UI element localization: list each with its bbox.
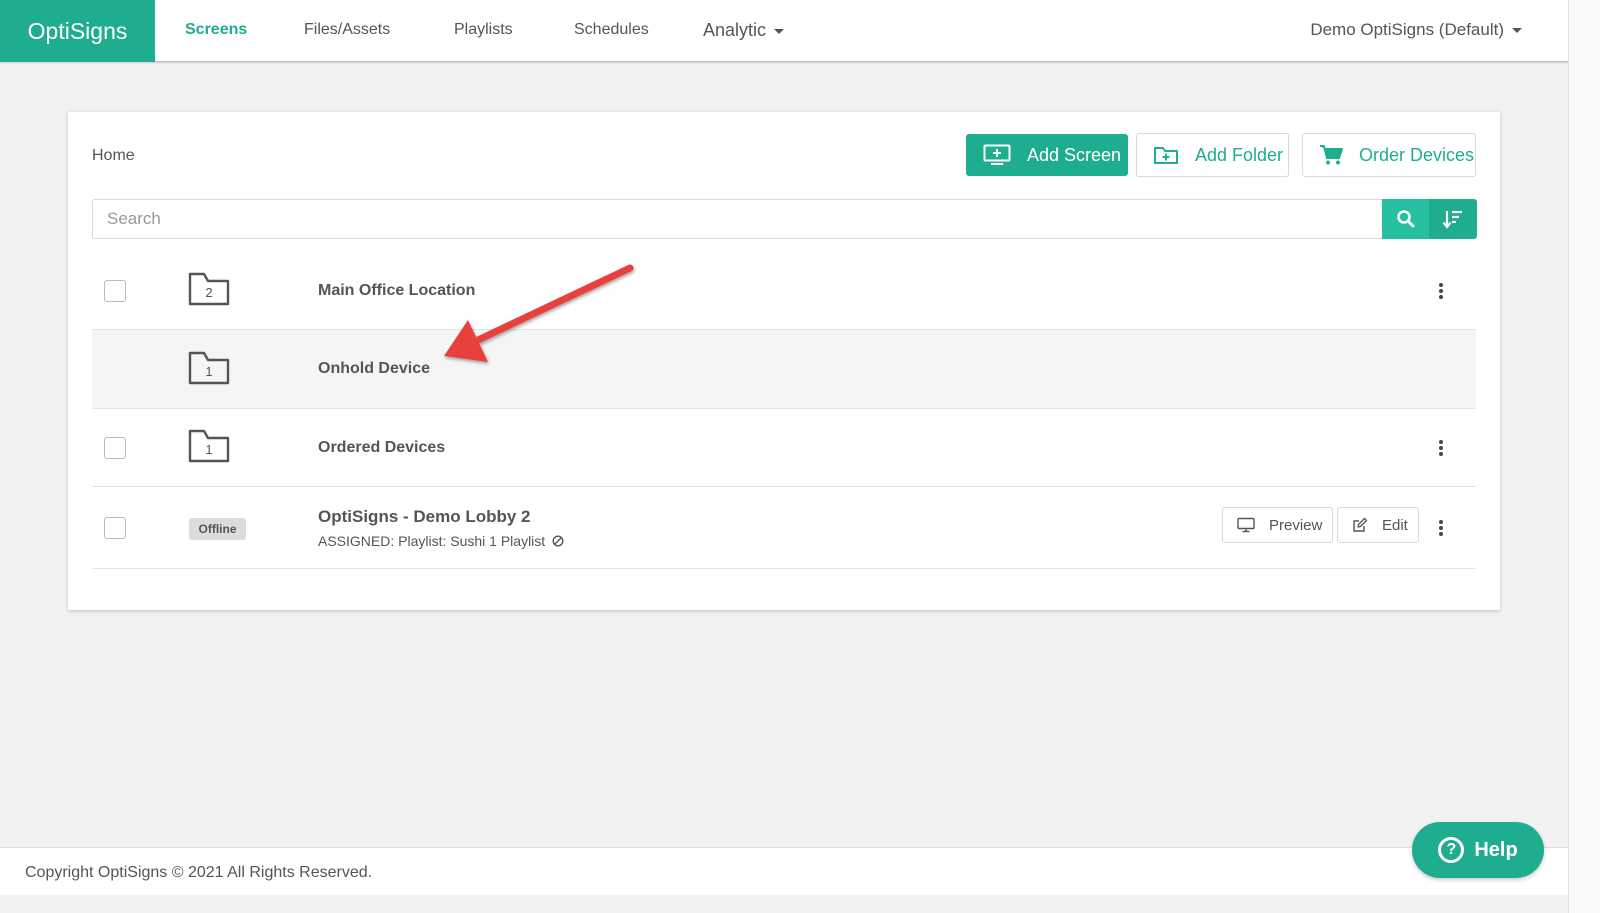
- top-navbar: OptiSigns Screens Files/Assets Playlists…: [0, 0, 1568, 62]
- row-checkbox[interactable]: [104, 517, 126, 539]
- chevron-down-icon: [774, 28, 785, 34]
- chevron-down-icon: [1512, 28, 1522, 34]
- add-screen-label: Add Screen: [1027, 144, 1122, 165]
- folder-row[interactable]: 1 Onhold Device: [92, 330, 1476, 409]
- nav-screens[interactable]: Screens: [185, 0, 247, 62]
- cart-icon: [1320, 145, 1343, 165]
- add-screen-button[interactable]: Add Screen: [966, 134, 1128, 176]
- edit-label: Edit: [1382, 516, 1408, 534]
- search-icon: [1396, 210, 1414, 228]
- folder-name[interactable]: Onhold Device: [318, 360, 430, 378]
- account-name: Demo OptiSigns (Default): [1310, 20, 1504, 39]
- folder-icon: 1: [188, 350, 230, 391]
- row-checkbox[interactable]: [104, 280, 126, 302]
- edit-button[interactable]: Edit: [1337, 507, 1419, 543]
- order-devices-button[interactable]: Order Devices: [1302, 133, 1476, 177]
- nav-analytic-label: Analytic: [703, 20, 767, 40]
- preview-label: Preview: [1269, 516, 1323, 534]
- folder-count: 1: [205, 364, 213, 379]
- help-icon: ?: [1438, 837, 1465, 863]
- copyright-text: Copyright OptiSigns © 2021 All Rights Re…: [25, 864, 373, 881]
- blocked-icon: [552, 535, 564, 547]
- add-folder-label: Add Folder: [1195, 144, 1284, 165]
- footer: Copyright OptiSigns © 2021 All Rights Re…: [0, 847, 1568, 895]
- add-screen-icon: [983, 144, 1011, 165]
- preview-button[interactable]: Preview: [1222, 507, 1333, 543]
- folder-row[interactable]: 1 Ordered Devices: [92, 409, 1476, 487]
- more-options-icon[interactable]: [1436, 520, 1446, 536]
- more-options-icon[interactable]: [1436, 440, 1446, 456]
- nav-analytic-dropdown[interactable]: Analytic: [703, 0, 785, 62]
- screens-panel: Home Add Screen Add Folder Order Devices: [68, 112, 1500, 610]
- row-checkbox[interactable]: [104, 437, 126, 459]
- account-dropdown[interactable]: Demo OptiSigns (Default): [1310, 0, 1522, 62]
- page-scrollbar[interactable]: [1568, 0, 1600, 913]
- edit-icon: [1353, 517, 1368, 532]
- search-bar: [92, 199, 1477, 239]
- breadcrumb[interactable]: Home: [92, 147, 135, 165]
- assigned-playlist: ASSIGNED: Playlist: Sushi 1 Playlist: [318, 533, 564, 549]
- sort-button[interactable]: [1429, 199, 1477, 239]
- folder-icon: 2: [188, 271, 230, 312]
- add-folder-icon: [1154, 147, 1178, 164]
- order-devices-label: Order Devices: [1359, 144, 1475, 165]
- add-folder-button[interactable]: Add Folder: [1136, 133, 1289, 177]
- monitor-icon: [1237, 517, 1255, 533]
- nav-files-assets[interactable]: Files/Assets: [304, 0, 390, 62]
- folder-icon: 1: [188, 428, 230, 469]
- screen-name[interactable]: OptiSigns - Demo Lobby 2: [318, 507, 531, 527]
- brand-logo[interactable]: OptiSigns: [0, 0, 155, 62]
- nav-schedules[interactable]: Schedules: [574, 0, 649, 62]
- status-badge: Offline: [189, 518, 246, 540]
- assigned-text: ASSIGNED: Playlist: Sushi 1 Playlist: [318, 533, 546, 549]
- search-button[interactable]: [1382, 199, 1429, 239]
- nav-playlists[interactable]: Playlists: [454, 0, 513, 62]
- help-button[interactable]: ? Help: [1412, 822, 1544, 878]
- folder-name[interactable]: Ordered Devices: [318, 439, 445, 457]
- search-input[interactable]: [93, 200, 1381, 238]
- help-label: Help: [1474, 838, 1518, 861]
- scrollbar-thumb[interactable]: [1569, 0, 1600, 913]
- more-options-icon[interactable]: [1436, 283, 1446, 299]
- folder-count: 1: [205, 442, 213, 457]
- folder-count: 2: [205, 285, 213, 300]
- screen-row[interactable]: Offline OptiSigns - Demo Lobby 2 ASSIGNE…: [92, 487, 1476, 569]
- sort-icon: [1442, 210, 1462, 229]
- folder-row[interactable]: 2 Main Office Location: [92, 252, 1476, 330]
- folder-name[interactable]: Main Office Location: [318, 282, 475, 300]
